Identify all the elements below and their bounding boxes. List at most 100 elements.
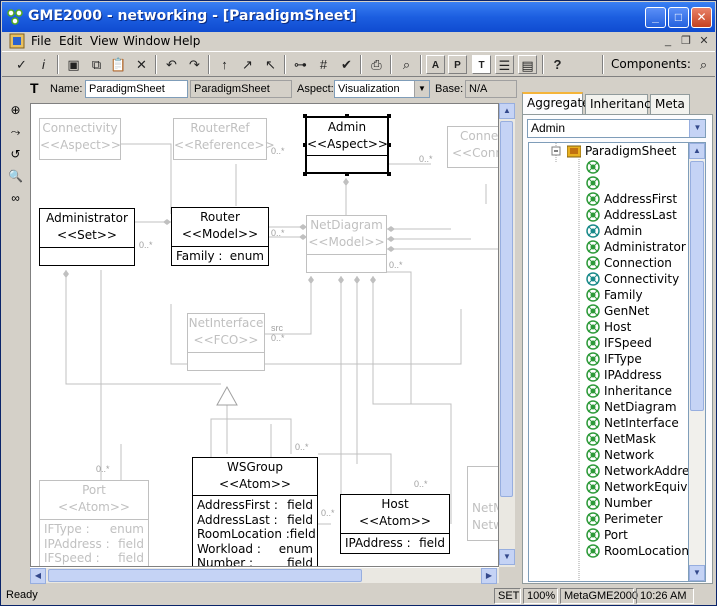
tree-scroll-down-icon[interactable]: ▼ — [689, 565, 705, 581]
scroll-right-icon[interactable]: ▶ — [481, 568, 497, 584]
connect-icon[interactable]: ⊶ — [291, 55, 310, 74]
visualize-icon[interactable]: ∞ — [7, 190, 24, 207]
main-window: GME2000 - networking - [ParadigmSheet] _… — [0, 0, 717, 606]
tree-item-label: Connectivity — [604, 272, 680, 286]
router-box[interactable]: Router <<Model>> Family : enum — [171, 207, 269, 266]
up-left-arrow-icon[interactable]: ↖ — [261, 55, 280, 74]
wsgroup-box[interactable]: WSGroup <<Atom>> AddressFirst : field Add… — [192, 457, 318, 566]
status-zoom: 100% — [523, 588, 558, 604]
host-name: Host — [381, 497, 409, 511]
undo-icon[interactable]: ↶ — [162, 55, 181, 74]
paste-icon[interactable]: 📋 — [109, 55, 128, 74]
scroll-down-icon[interactable]: ▼ — [499, 549, 515, 565]
selection-handle[interactable] — [303, 172, 307, 176]
binoculars-icon[interactable]: ⌕ — [694, 55, 713, 74]
find-icon[interactable]: ⌕ — [397, 55, 416, 74]
menu-edit[interactable]: Edit — [59, 34, 82, 48]
copy-icon[interactable]: ⧉ — [87, 55, 106, 74]
scroll-left-icon[interactable]: ◀ — [30, 568, 46, 584]
selection-handle[interactable] — [345, 114, 349, 118]
status-time: 10:26 AM — [636, 588, 694, 604]
aspect-select[interactable]: Visualization ▼ — [334, 80, 430, 98]
menu-window[interactable]: Window — [123, 34, 170, 48]
minimize-button[interactable]: _ — [645, 7, 666, 28]
mdi-restore-button[interactable]: ❐ — [678, 34, 694, 48]
aspect-a-icon[interactable]: A — [426, 55, 445, 74]
mdi-minimize-button[interactable]: _ — [660, 34, 676, 48]
tree-item-label: NetMask — [604, 432, 656, 446]
routerref-name: RouterRef — [190, 121, 250, 135]
maximize-button[interactable]: □ — [668, 7, 689, 28]
selection-handle[interactable] — [387, 143, 391, 147]
check-constraint-icon[interactable]: ✔ — [337, 55, 356, 74]
save-icon[interactable]: ▣ — [64, 55, 83, 74]
canvas-vertical-scrollbar[interactable]: ▲ ▼ — [499, 103, 515, 567]
mdi-close-button[interactable]: ✕ — [696, 34, 712, 48]
redo-icon[interactable]: ↷ — [185, 55, 204, 74]
menu-file[interactable]: File — [31, 34, 51, 48]
netinterface-box[interactable]: NetInterface <<FCO>> — [187, 313, 265, 371]
selection-handle[interactable] — [345, 172, 349, 176]
close-button[interactable]: ✕ — [691, 7, 712, 28]
horizontal-scroll-thumb[interactable] — [48, 569, 362, 582]
chevron-down-icon[interactable]: ▼ — [414, 81, 429, 97]
document-icon[interactable] — [9, 33, 25, 49]
text-tool-icon[interactable]: T — [30, 80, 39, 96]
tab-inheritance[interactable]: Inheritance — [585, 94, 658, 114]
title-bar[interactable]: GME2000 - networking - [ParadigmSheet] _… — [2, 2, 715, 32]
wsgroup-attr-addresslast: AddressLast : field — [197, 512, 313, 527]
aggregate-tree[interactable]: ParadigmSheet AddressFirst AddressLast Adm… — [528, 142, 689, 582]
chevron-down-icon[interactable]: ▼ — [689, 120, 705, 137]
connect-mode-icon[interactable]: ⤳ — [7, 124, 24, 141]
model-icon — [586, 224, 600, 238]
netdiagram-box[interactable]: NetDiagram <<Model>> — [306, 215, 387, 273]
up-right-arrow-icon[interactable]: ↗ — [238, 55, 257, 74]
tab-meta[interactable]: Meta — [650, 94, 690, 114]
delete-icon[interactable]: ✕ — [132, 55, 151, 74]
tree-scroll-up-icon[interactable]: ▲ — [689, 143, 705, 159]
connectivity-box[interactable]: Connectivity <<Aspect>> — [39, 118, 121, 160]
window-layout-icon[interactable]: ▤ — [518, 55, 537, 74]
tree-vertical-scrollbar[interactable]: ▲ ▼ — [689, 142, 706, 582]
name-input[interactable]: ParadigmSheet — [85, 80, 188, 98]
aspect-t-icon[interactable]: T — [472, 55, 491, 74]
connection-box[interactable]: Conne <<Conne — [447, 126, 498, 168]
check-icon[interactable]: ✓ — [12, 55, 31, 74]
horizontal-layout-icon[interactable]: ☰ — [495, 55, 514, 74]
port-box[interactable]: Port <<Atom>> IFType : enum IPAddress : fi… — [39, 480, 149, 566]
disconnect-mode-icon[interactable]: ↺ — [7, 146, 24, 163]
help-icon[interactable]: ? — [548, 55, 567, 74]
selection-handle[interactable] — [303, 143, 307, 147]
admin-box[interactable]: Admin <<Aspect>> — [305, 116, 389, 174]
tab-aggregate[interactable]: Aggregate — [522, 92, 590, 115]
selection-handle[interactable] — [387, 172, 391, 176]
aggregate-tab-body: Admin ▼ ParadigmSheet AddressFirst Addre… — [522, 114, 713, 584]
selection-handle[interactable] — [303, 114, 307, 118]
canvas-horizontal-scrollbar[interactable]: ◀ ▶ — [30, 567, 499, 584]
tree-item-label: Inheritance — [604, 384, 673, 398]
info-icon[interactable]: i — [34, 55, 53, 74]
vertical-scroll-thumb[interactable] — [500, 121, 513, 497]
menu-view[interactable]: View — [90, 34, 118, 48]
tree-item-label: Host — [604, 320, 632, 334]
host-box[interactable]: Host <<Atom>> IPAddress : field — [340, 494, 450, 554]
up-arrow-icon[interactable]: ↑ — [215, 55, 234, 74]
tree-scroll-thumb[interactable] — [690, 161, 704, 411]
routerref-box[interactable]: RouterRef <<Reference>> — [173, 118, 275, 160]
tree-item-label: Family — [604, 288, 643, 302]
diagram-canvas[interactable]: Connectivity <<Aspect>> RouterRef <<Refe… — [30, 103, 499, 567]
print-icon[interactable]: ⎙ — [367, 55, 386, 74]
network-box[interactable]: NetM Netw — [467, 466, 498, 541]
grid-icon[interactable]: # — [314, 55, 333, 74]
administrator-box[interactable]: Administrator <<Set>> — [39, 208, 135, 266]
aspect-p-icon[interactable]: P — [448, 55, 467, 74]
selection-handle[interactable] — [387, 114, 391, 118]
zoom-icon[interactable]: 🔍 — [7, 168, 24, 185]
wsgroup-attr-workload: Workload : enum — [197, 541, 313, 556]
object-combo[interactable]: Admin ▼ — [527, 119, 706, 138]
menu-help[interactable]: Help — [173, 34, 200, 48]
scroll-up-icon[interactable]: ▲ — [499, 103, 515, 119]
aspect-select-value: Visualization — [338, 83, 400, 95]
tree-item-label: Number — [604, 496, 653, 510]
zoom-connect-icon[interactable]: ⊕ — [7, 102, 24, 119]
